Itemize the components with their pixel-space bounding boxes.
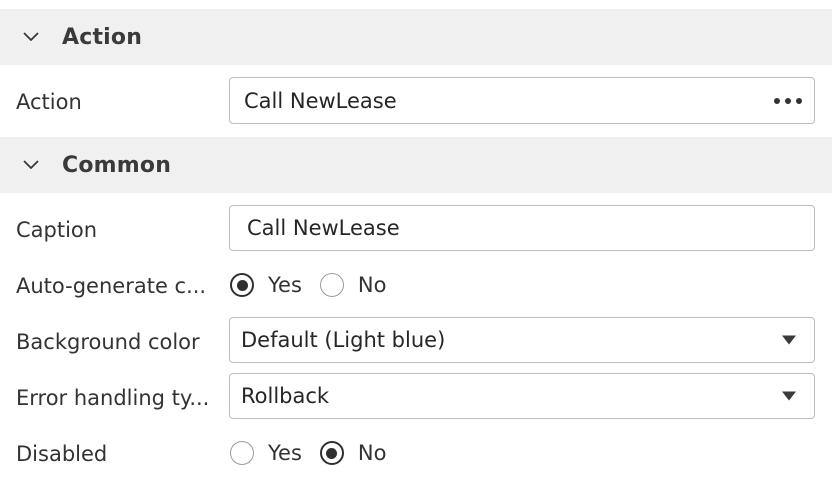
- errhandling-label: Error handling ty...: [16, 386, 210, 410]
- disabled-yes-label: Yes: [268, 441, 302, 465]
- bgcolor-select[interactable]: Default (Light blue): [229, 317, 815, 363]
- section-header-action[interactable]: Action: [0, 9, 832, 65]
- chevron-down-icon[interactable]: [22, 28, 40, 46]
- caption-value: Call NewLease: [247, 216, 400, 240]
- bgcolor-label: Background color: [16, 330, 200, 354]
- section-title-common: Common: [62, 152, 172, 178]
- more-horizontal-icon[interactable]: [774, 96, 802, 106]
- section-header-common[interactable]: Common: [0, 137, 832, 193]
- autogen-no-label: No: [357, 273, 387, 297]
- caret-down-icon[interactable]: [782, 335, 796, 345]
- disabled-no-label: No: [357, 441, 387, 465]
- errhandling-value: Rollback: [241, 384, 330, 408]
- properties-panel: Action Action Call NewLease Common Capti…: [0, 0, 832, 502]
- disabled-yes-radio[interactable]: [230, 441, 254, 465]
- disabled-radio-group: Yes No: [230, 438, 404, 468]
- disabled-no-option[interactable]: No: [319, 441, 387, 465]
- disabled-yes-option[interactable]: Yes: [230, 441, 302, 465]
- caption-label: Caption: [16, 218, 98, 242]
- action-value: Call NewLease: [244, 88, 397, 113]
- autogen-no-option[interactable]: No: [319, 273, 387, 297]
- disabled-no-radio[interactable]: [319, 441, 344, 465]
- action-label: Action: [16, 90, 82, 114]
- autogen-yes-radio[interactable]: [230, 273, 254, 297]
- autogen-no-radio[interactable]: [319, 273, 344, 297]
- action-field[interactable]: Call NewLease: [229, 77, 815, 124]
- caption-input[interactable]: Call NewLease: [229, 205, 815, 251]
- errhandling-select[interactable]: Rollback: [229, 373, 815, 419]
- autogen-yes-label: Yes: [268, 273, 302, 297]
- section-title-action: Action: [62, 24, 143, 50]
- chevron-down-icon[interactable]: [22, 156, 40, 174]
- disabled-label: Disabled: [16, 442, 108, 466]
- bgcolor-value: Default (Light blue): [241, 328, 446, 352]
- autogen-label: Auto-generate c...: [16, 274, 207, 298]
- caret-down-icon[interactable]: [782, 391, 796, 401]
- autogen-radio-group: Yes No: [230, 270, 404, 300]
- autogen-yes-option[interactable]: Yes: [230, 273, 302, 297]
